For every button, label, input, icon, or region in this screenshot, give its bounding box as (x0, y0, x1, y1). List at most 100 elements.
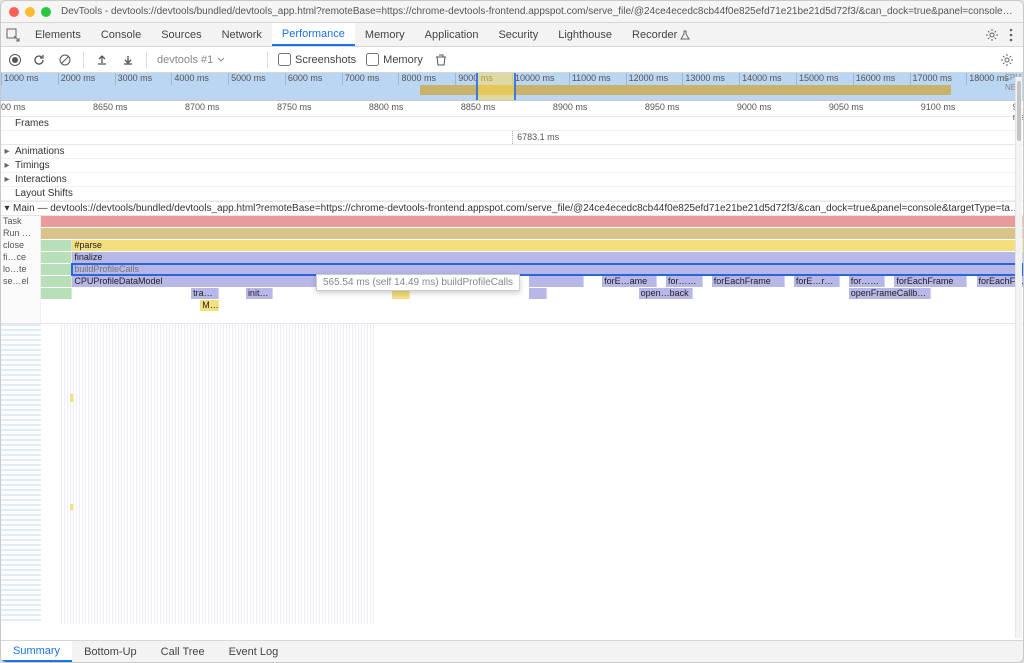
btab-summary[interactable]: Summary (1, 641, 72, 662)
overview-selection[interactable] (476, 73, 516, 100)
flame-bar[interactable]: initialize (246, 288, 273, 299)
details-tabs: Summary Bottom-Up Call Tree Event Log (1, 640, 1023, 662)
track-timings[interactable]: ▸Timings (1, 159, 1023, 173)
download-icon[interactable] (120, 52, 136, 68)
btab-event-log[interactable]: Event Log (217, 641, 291, 662)
tab-application[interactable]: Application (415, 23, 489, 46)
flame-row-label: close (1, 240, 40, 252)
flame-bar[interactable]: for…me (666, 276, 703, 287)
track-animations[interactable]: ▸Animations (1, 145, 1023, 159)
zoom-window-icon[interactable] (41, 7, 51, 17)
overview-tick: 2000 ms (58, 73, 115, 85)
overview-tick: 3000 ms (115, 73, 172, 85)
ruler-tick: 9050 ms (829, 102, 864, 112)
tab-security[interactable]: Security (488, 23, 548, 46)
flame-bar-finalize[interactable]: finalize (72, 252, 1023, 263)
flame-bar[interactable] (41, 252, 72, 263)
trash-icon[interactable] (433, 52, 449, 68)
overview-tick: 14000 ms (739, 73, 796, 85)
flame-row-label (1, 300, 40, 312)
minimize-window-icon[interactable] (25, 7, 35, 17)
flame-bar[interactable] (529, 276, 584, 287)
window-controls (9, 7, 51, 17)
ruler-tick: 8800 ms (369, 102, 404, 112)
record-icon[interactable] (9, 54, 21, 66)
flame-bar[interactable] (41, 264, 72, 275)
tab-sources[interactable]: Sources (151, 23, 211, 46)
performance-toolbar: devtools #1 Screenshots Memory (1, 47, 1023, 73)
flame-bar[interactable]: openFrameCallback (849, 288, 931, 299)
flame-bar[interactable] (529, 288, 547, 299)
chevron-down-icon (217, 56, 225, 64)
flame-chart-lower[interactable] (1, 324, 1023, 624)
clear-icon[interactable] (57, 52, 73, 68)
overview-tick: 4000 ms (171, 73, 228, 85)
inspect-icon[interactable] (1, 23, 25, 46)
flame-bar[interactable]: M…C (200, 300, 218, 311)
ruler-tick: 8900 ms (553, 102, 588, 112)
flame-bar[interactable]: forE…rame (794, 276, 840, 287)
close-window-icon[interactable] (9, 7, 19, 17)
track-frames[interactable]: Frames (1, 117, 1023, 131)
btab-bottom-up[interactable]: Bottom-Up (72, 641, 149, 662)
window-title: DevTools - devtools://devtools/bundled/d… (61, 6, 1015, 17)
time-ruler[interactable]: 00 ms 8650 ms 8700 ms 8750 ms 8800 ms 8850 ms… (1, 101, 1023, 117)
titlebar: DevTools - devtools://devtools/bundled/d… (1, 1, 1023, 23)
scrollbar-thumb[interactable] (1017, 81, 1021, 141)
tab-lighthouse[interactable]: Lighthouse (548, 23, 622, 46)
tracks: Frames 6783.1 ms ▸Animations ▸Timings ▸I… (1, 117, 1023, 202)
flame-bar-task[interactable] (41, 216, 1023, 227)
more-icon[interactable] (1009, 28, 1013, 42)
flame-tooltip: 565.54 ms (self 14.49 ms) buildProfileCa… (316, 274, 520, 291)
flame-bar[interactable]: forEachFrame (894, 276, 967, 287)
overview-tick: 15000 ms (796, 73, 853, 85)
ruler-tick: 8850 ms (461, 102, 496, 112)
flame-row-label: Run Microtasks (1, 228, 40, 240)
ruler-tick: 9000 ms (737, 102, 772, 112)
overview-tick: 5000 ms (228, 73, 285, 85)
flame-bar[interactable]: tra…ee (191, 288, 218, 299)
flame-bar-selected[interactable]: buildProfileCalls (72, 264, 1023, 275)
flame-bar[interactable] (41, 240, 72, 251)
profile-select[interactable]: devtools #1 (157, 54, 257, 66)
track-layout-shifts[interactable]: Layout Shifts (1, 187, 1023, 201)
tab-recorder[interactable]: Recorder (622, 23, 700, 46)
flame-bar[interactable]: forEachFrame (712, 276, 785, 287)
flame-row-label: se…el (1, 276, 40, 288)
overview-tick: 6000 ms (285, 73, 342, 85)
flame-bar[interactable] (41, 288, 72, 299)
tab-elements[interactable]: Elements (25, 23, 91, 46)
vertical-scrollbar[interactable] (1015, 77, 1022, 638)
flame-chart[interactable]: TaskRun Microtasksclosefi…celo…tese…el #… (1, 216, 1023, 324)
btab-call-tree[interactable]: Call Tree (149, 641, 217, 662)
tab-network[interactable]: Network (212, 23, 272, 46)
tab-memory[interactable]: Memory (355, 23, 415, 46)
track-interactions[interactable]: ▸Interactions (1, 173, 1023, 187)
overview-tick: 13000 ms (682, 73, 739, 85)
main-thread-header[interactable]: ▾ Main — devtools://devtools/bundled/dev… (1, 202, 1023, 216)
ruler-tick: 8650 ms (93, 102, 128, 112)
tab-console[interactable]: Console (91, 23, 151, 46)
flame-bar[interactable]: forE…ame (602, 276, 657, 287)
flame-bar[interactable]: open…back (639, 288, 694, 299)
memory-checkbox[interactable]: Memory (366, 53, 423, 66)
screenshots-checkbox[interactable]: Screenshots (278, 53, 356, 66)
tab-performance[interactable]: Performance (272, 23, 355, 46)
frame-duration: 6783.1 ms (517, 132, 559, 142)
flame-bar[interactable]: for…ame (849, 276, 886, 287)
settings-icon[interactable] (985, 28, 999, 42)
ruler-tick: 8750 ms (277, 102, 312, 112)
flame-row-label: fi…ce (1, 252, 40, 264)
ruler-tick: 8700 ms (185, 102, 220, 112)
upload-icon[interactable] (94, 52, 110, 68)
frames-lane[interactable]: 6783.1 ms (1, 131, 1023, 145)
overview-timeline[interactable]: 1000 ms2000 ms3000 ms4000 ms5000 ms6000 … (1, 73, 1023, 101)
overview-tick: 7000 ms (342, 73, 399, 85)
ruler-tick: 00 ms (1, 102, 26, 112)
capture-settings-icon[interactable] (999, 52, 1015, 68)
overview-tick: 1000 ms (1, 73, 58, 85)
flame-bar[interactable] (41, 276, 72, 287)
flame-bar-parse[interactable]: #parse (72, 240, 1023, 251)
reload-icon[interactable] (31, 52, 47, 68)
flame-bar-microtasks[interactable] (41, 228, 1023, 239)
